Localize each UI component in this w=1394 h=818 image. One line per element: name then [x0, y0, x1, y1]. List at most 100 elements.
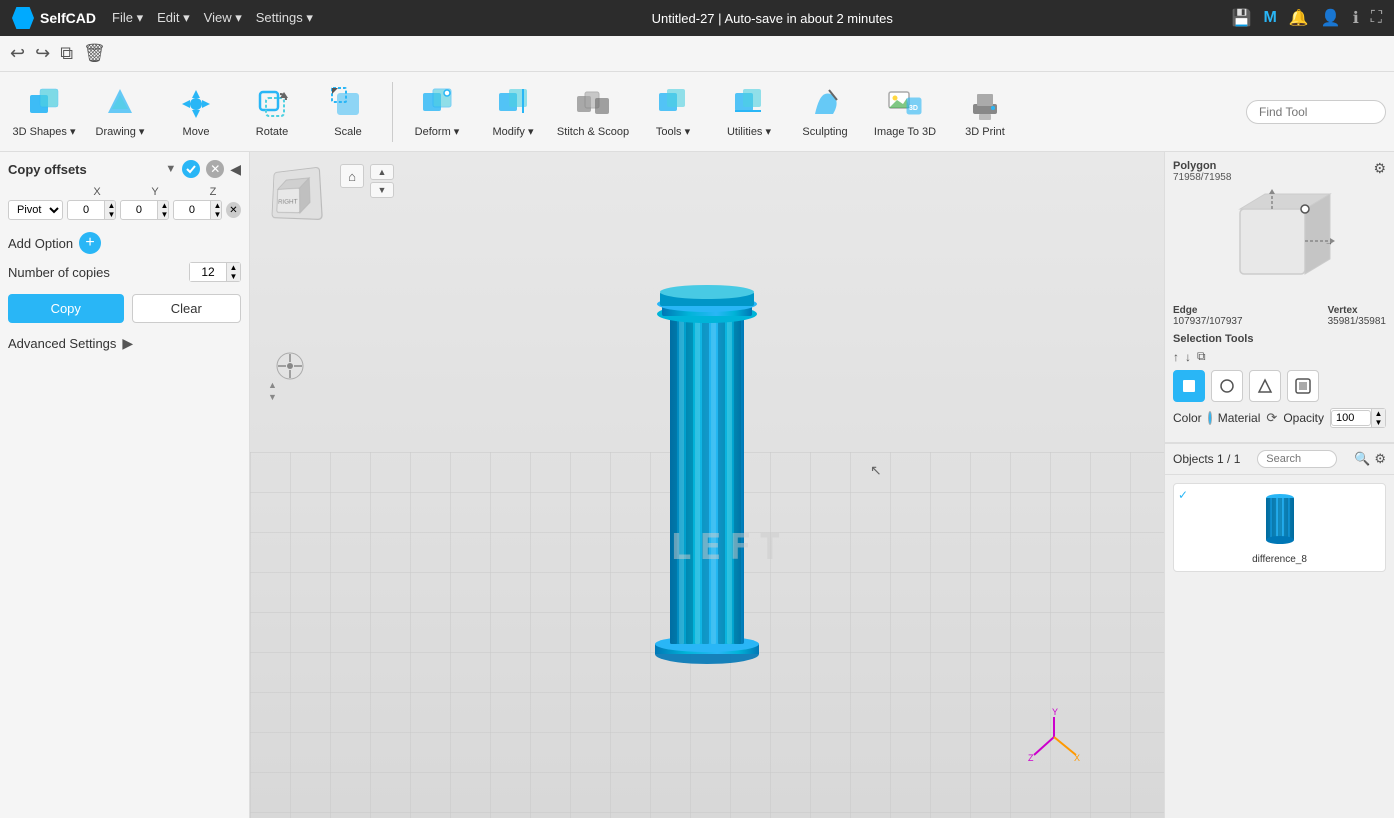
- right-panel: Polygon 71958/71958 ⚙: [1164, 152, 1394, 818]
- tool-tools[interactable]: Tools ▾: [637, 76, 709, 148]
- user-icon[interactable]: 👤: [1321, 8, 1341, 28]
- bell-icon[interactable]: 🔔: [1289, 8, 1309, 28]
- info-icon[interactable]: ℹ: [1353, 8, 1359, 28]
- z-up[interactable]: ▲: [210, 201, 222, 210]
- tool-modify[interactable]: Modify ▾: [477, 76, 549, 148]
- tool-move[interactable]: Move: [160, 76, 232, 148]
- logo: SelfCAD: [12, 7, 96, 29]
- z-down[interactable]: ▼: [210, 210, 222, 219]
- home-view-button[interactable]: ⌂: [340, 164, 364, 188]
- main-content: Copy offsets ▼ ✕ ◀ X Y Z Pivot: [0, 152, 1394, 818]
- tool-label: Scale: [334, 126, 362, 138]
- edge-label: Edge: [1173, 305, 1243, 316]
- right-settings-icon[interactable]: ⚙: [1373, 160, 1386, 177]
- advanced-label: Advanced Settings: [8, 336, 116, 351]
- expand-icon[interactable]: ⛶: [1371, 9, 1382, 27]
- viewport[interactable]: RIGHT ⌂ ▲ ▼: [250, 152, 1164, 818]
- collapse-left-icon[interactable]: ◀: [230, 161, 241, 178]
- sel-arrow-down-icon[interactable]: ↓: [1185, 350, 1191, 364]
- copy-button[interactable]: ⧉: [60, 43, 73, 64]
- y-input[interactable]: [121, 202, 157, 218]
- menu-file[interactable]: File ▾: [112, 10, 143, 26]
- objects-search-icon[interactable]: 🔍: [1354, 451, 1370, 467]
- copies-input[interactable]: [190, 263, 226, 281]
- undo-bar: ↩ ↪ ⧉ 🗑: [0, 36, 1394, 72]
- tool-sculpting[interactable]: Sculpting: [789, 76, 861, 148]
- polygon-info: Polygon 71958/71958 ⚙: [1173, 160, 1386, 183]
- material-icon[interactable]: ⟳: [1266, 410, 1277, 426]
- y-up[interactable]: ▲: [157, 201, 169, 210]
- sel-object-button[interactable]: [1287, 370, 1319, 402]
- sel-edge-button[interactable]: [1211, 370, 1243, 402]
- sel-vertex-button[interactable]: [1249, 370, 1281, 402]
- logo-text: SelfCAD: [40, 10, 96, 26]
- edge-count: 107937/107937: [1173, 316, 1243, 327]
- tool-3d-print[interactable]: 3D Print: [949, 76, 1021, 148]
- objects-search-input[interactable]: [1257, 450, 1337, 468]
- objects-settings-icon[interactable]: ⚙: [1374, 451, 1386, 467]
- x-up[interactable]: ▲: [104, 201, 116, 210]
- panel-title: Copy offsets: [8, 162, 87, 177]
- compass-controls: ▲ ▼: [268, 380, 277, 402]
- z-spinner: ▲ ▼: [210, 201, 222, 219]
- svg-text:Y: Y: [1052, 707, 1058, 717]
- compass-icon[interactable]: [276, 352, 304, 383]
- view-up-button[interactable]: ▲: [370, 164, 394, 180]
- copy-button[interactable]: Copy: [8, 294, 124, 323]
- m-icon[interactable]: M: [1264, 9, 1277, 27]
- copies-row: Number of copies ▲ ▼: [8, 262, 241, 282]
- add-option-button[interactable]: +: [79, 232, 101, 254]
- logo-icon: [12, 7, 34, 29]
- opacity-down[interactable]: ▼: [1371, 418, 1385, 427]
- advanced-settings-row[interactable]: Advanced Settings ▶: [8, 335, 241, 352]
- delete-button[interactable]: 🗑: [83, 43, 106, 64]
- tool-drawing[interactable]: Drawing ▾: [84, 76, 156, 148]
- tool-scale[interactable]: Scale: [312, 76, 384, 148]
- close-panel-icon[interactable]: ✕: [206, 160, 224, 178]
- tool-deform[interactable]: Deform ▾: [401, 76, 473, 148]
- find-tool-input[interactable]: [1246, 100, 1386, 124]
- menu-settings[interactable]: Settings ▾: [256, 10, 313, 26]
- save-icon[interactable]: 💾: [1232, 8, 1252, 28]
- menu-edit[interactable]: Edit ▾: [157, 10, 190, 26]
- y-down[interactable]: ▼: [157, 210, 169, 219]
- scale-icon: [330, 86, 366, 122]
- clear-button[interactable]: Clear: [132, 294, 242, 323]
- sel-polygon-button[interactable]: [1173, 370, 1205, 402]
- nav-cube-box: RIGHT: [271, 167, 322, 221]
- copies-up[interactable]: ▲: [226, 263, 240, 272]
- undo-button[interactable]: ↩: [10, 43, 25, 64]
- sel-arrow-up-icon[interactable]: ↑: [1173, 350, 1179, 364]
- z-input[interactable]: [174, 202, 210, 218]
- tool-utilities[interactable]: Utilities ▾: [713, 76, 785, 148]
- tool-label: Utilities ▾: [727, 125, 771, 138]
- x-input[interactable]: [68, 202, 104, 218]
- panel-header-icons: ▼ ✕ ◀: [165, 160, 241, 178]
- vertex-block: Vertex 35981/35981: [1328, 305, 1386, 327]
- sel-copy-icon[interactable]: ⧉: [1197, 349, 1206, 364]
- y-input-wrap: ▲ ▼: [120, 200, 169, 220]
- tool-stitch[interactable]: Stitch & Scoop: [553, 76, 633, 148]
- clear-coords-button[interactable]: ✕: [226, 202, 241, 218]
- selection-tools-label: Selection Tools: [1173, 333, 1386, 345]
- copies-input-wrap: ▲ ▼: [189, 262, 241, 282]
- menu-view[interactable]: View ▾: [204, 10, 242, 26]
- color-swatch[interactable]: [1208, 411, 1212, 425]
- opacity-up[interactable]: ▲: [1371, 409, 1385, 418]
- view-down-button[interactable]: ▼: [370, 182, 394, 198]
- tool-3d-shapes[interactable]: 3D Shapes ▾: [8, 76, 80, 148]
- redo-button[interactable]: ↪: [35, 43, 50, 64]
- x-down[interactable]: ▼: [104, 210, 116, 219]
- object-item[interactable]: ✓: [1173, 483, 1386, 572]
- confirm-icon[interactable]: [182, 160, 200, 178]
- copies-down[interactable]: ▼: [226, 272, 240, 281]
- panel-header: Copy offsets ▼ ✕ ◀: [8, 160, 241, 178]
- opacity-input[interactable]: [1331, 410, 1371, 426]
- tool-rotate[interactable]: Rotate: [236, 76, 308, 148]
- tool-image-to-3d[interactable]: 3D Image To 3D: [865, 76, 945, 148]
- right-nav-cube[interactable]: →: [1215, 189, 1345, 299]
- nav-cube[interactable]: RIGHT: [270, 168, 330, 228]
- advanced-arrow-icon: ▶: [122, 335, 133, 352]
- svg-text:3D: 3D: [909, 105, 918, 112]
- pivot-select[interactable]: Pivot: [8, 200, 63, 220]
